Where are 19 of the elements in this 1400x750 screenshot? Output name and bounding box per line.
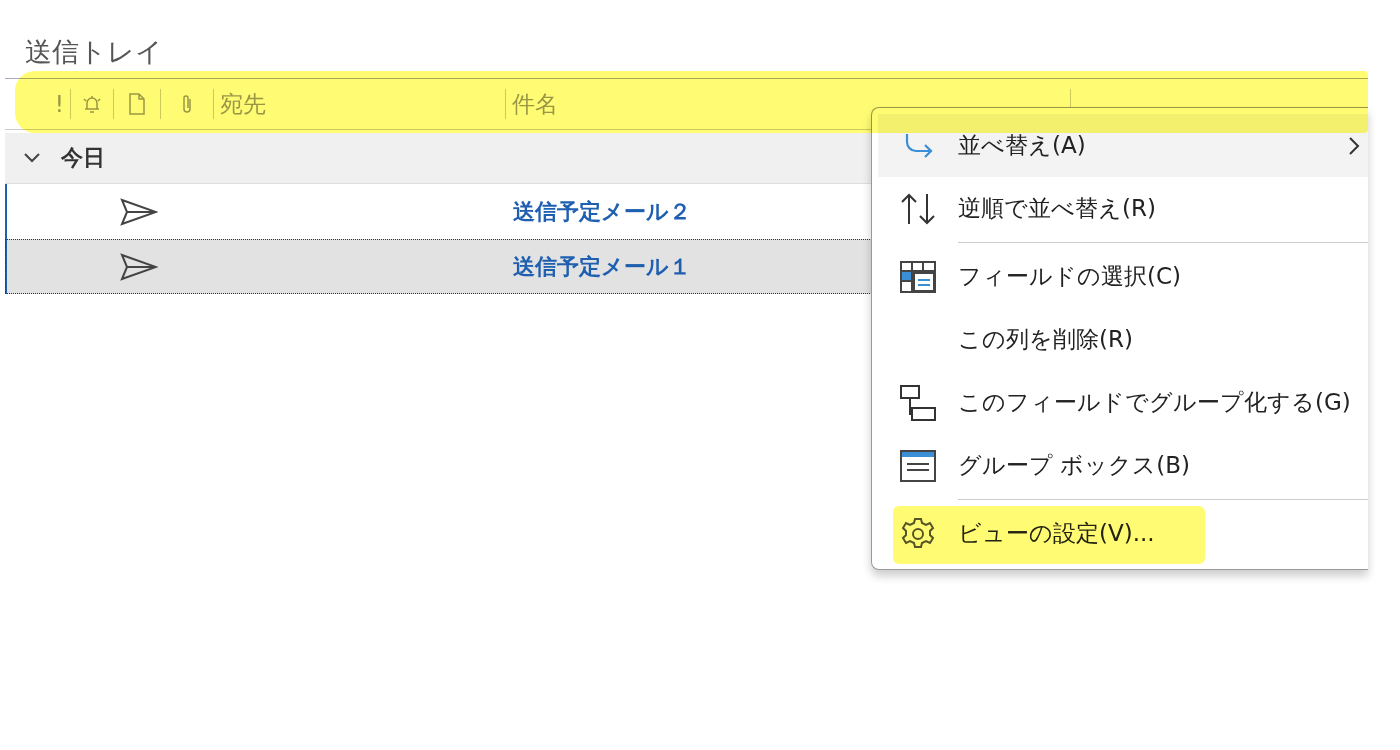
table-columns-icon: [899, 259, 937, 294]
menu-item[interactable]: ビューの設定(V)...: [878, 502, 1368, 565]
message-subject: 送信予定メール１: [512, 252, 691, 281]
message-subject: 送信予定メール２: [512, 197, 691, 226]
send-icon: [119, 252, 158, 281]
group-box-icon: [899, 448, 937, 483]
group-label: 今日: [61, 144, 105, 172]
reminder-bell-icon: [81, 93, 103, 115]
folder-title: 送信トレイ: [24, 35, 163, 69]
menu-item[interactable]: 並べ替え(A): [878, 114, 1368, 177]
menu-item[interactable]: この列を削除(R): [878, 308, 1368, 371]
document-icon: [128, 93, 146, 115]
send-icon: [119, 197, 158, 226]
chevron-icon[interactable]: [23, 152, 41, 164]
menu-item[interactable]: このフィールドでグループ化する(G): [878, 371, 1368, 434]
menu-item[interactable]: グループ ボックス(B): [878, 434, 1368, 497]
paperclip-icon: [180, 93, 194, 115]
up-down-arrows-icon: [899, 191, 937, 226]
group-tree-icon: [899, 383, 937, 422]
